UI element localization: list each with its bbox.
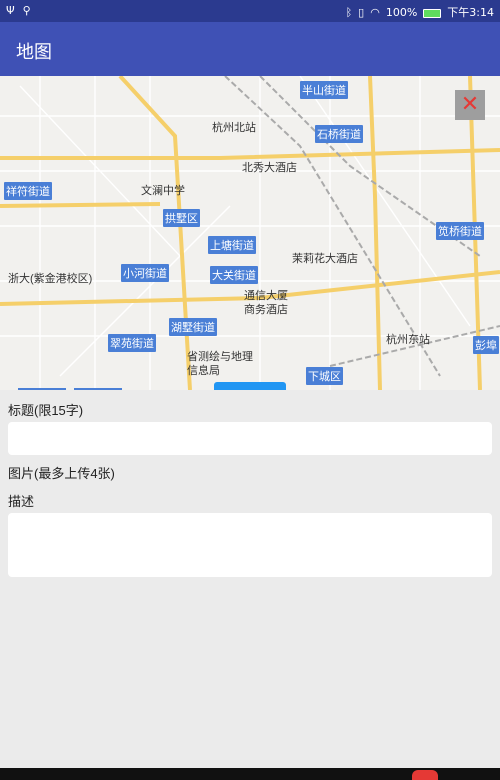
battery-icon (423, 8, 442, 18)
map-poi-label: 文澜中学 (141, 185, 185, 197)
wifi-icon: ◠ (370, 5, 380, 19)
map-label: 大关街道 (210, 266, 258, 284)
title-label: 标题(限15字) (8, 403, 84, 418)
title-input[interactable] (8, 422, 492, 455)
map-poi-label: 北秀大酒店 (242, 162, 297, 174)
page-title: 地图 (16, 42, 52, 62)
system-nav-bar (0, 768, 500, 780)
map-label: 拱墅区 (163, 209, 200, 227)
battery-percent: 100% (385, 5, 418, 19)
map-poi-label: 浙大(紫金港校区) (8, 273, 93, 285)
map-label: 下城区 (306, 367, 343, 385)
description-input[interactable] (8, 513, 492, 577)
map-poi-label: 信息局 (187, 365, 220, 377)
map-label: 祥符街道 (4, 182, 52, 200)
map-center-marker (214, 382, 286, 390)
map-label: 上塘街道 (208, 236, 256, 254)
usb-icon: Ψ (6, 4, 15, 17)
notification-badge-icon (412, 770, 438, 780)
map-poi-label: 杭州北站 (212, 122, 256, 134)
usb-debug-icon: ⚲ (22, 4, 31, 17)
images-label: 图片(最多上传4张) (8, 466, 115, 481)
map-label: 石桥街道 (315, 125, 363, 143)
map-poi-label: 商务酒店 (244, 304, 288, 316)
map-label: 湖墅街道 (169, 318, 217, 336)
description-label: 描述 (8, 494, 35, 509)
map-poi-label: 杭州东站 (386, 334, 430, 346)
clock: 下午3:14 (447, 6, 494, 19)
map-view[interactable]: 半山街道 石桥街道 祥符街道 拱墅区 上塘街道 笕桥街道 小河街道 大关街道 湖… (0, 76, 500, 390)
close-map-button[interactable]: ✕ (455, 90, 485, 120)
status-bar: Ψ ⚲ ᛒ ▯ ◠ 100% 下午3:14 (0, 0, 500, 22)
map-label: 小河街道 (121, 264, 169, 282)
bluetooth-icon: ᛒ (345, 5, 353, 19)
map-label: 半山街道 (300, 81, 348, 99)
map-label: 翠苑街道 (108, 334, 156, 352)
form: 标题(限15字) 图片(最多上传4张) 描述 (0, 390, 500, 768)
map-label: 笕桥街道 (436, 222, 484, 240)
map-label: 彭埠 (473, 336, 499, 354)
vibrate-icon: ▯ (358, 5, 365, 19)
close-icon: ✕ (460, 92, 480, 117)
app-bar: 地图 (0, 22, 500, 76)
map-poi-label: 茉莉花大酒店 (292, 253, 358, 265)
